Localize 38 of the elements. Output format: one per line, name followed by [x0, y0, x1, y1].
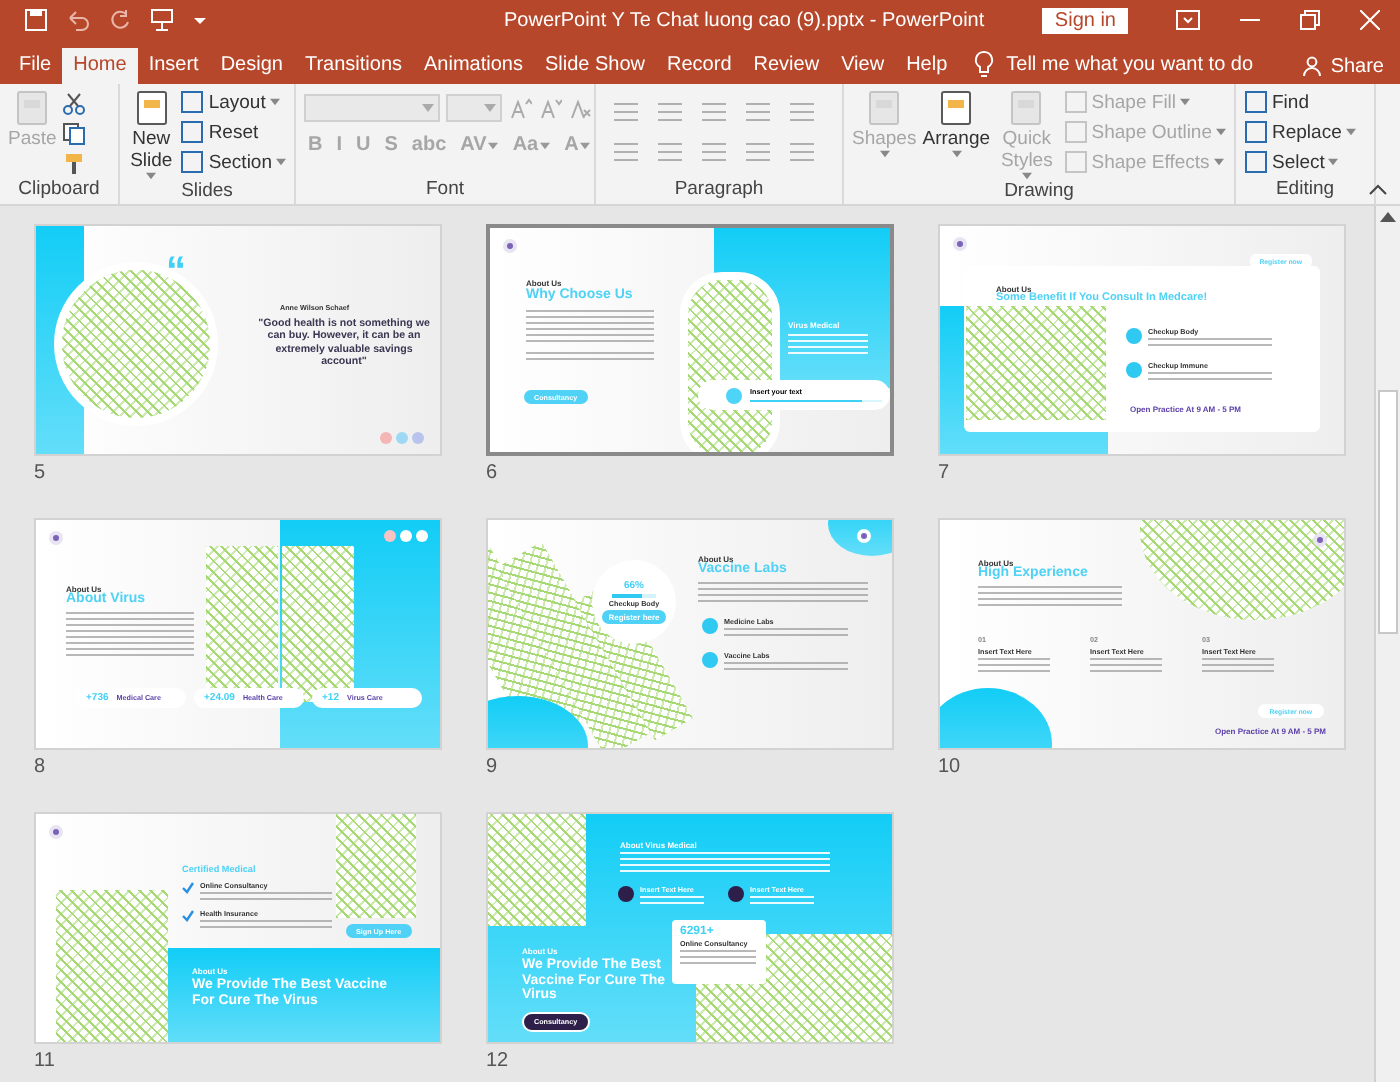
sign-in-button[interactable]: Sign in — [1042, 7, 1128, 33]
ribbon-large-button[interactable]: New Slide — [128, 88, 175, 180]
ribbon-small-button[interactable]: Section — [180, 148, 286, 176]
slide-number: 9 — [486, 754, 498, 782]
slide-number: 12 — [486, 1048, 509, 1076]
ribbon-tab[interactable]: File — [8, 48, 63, 84]
group-label: Paragraph — [672, 178, 766, 204]
ribbon-tab[interactable]: Home — [62, 48, 138, 84]
group-label: Clipboard — [16, 178, 102, 204]
ribbon-tab[interactable]: Review — [742, 48, 831, 84]
slide-number: 5 — [34, 460, 46, 488]
ribbon-tab[interactable]: Slide Show — [533, 48, 657, 84]
ribbon-small-button[interactable]: Layout — [180, 88, 286, 116]
ribbon-tab[interactable]: View — [830, 48, 896, 84]
window-title: PowerPoint Y Te Chat luong cao (9).pptx - PowerPoint — [504, 9, 987, 31]
ribbon-tab[interactable]: Insert — [137, 48, 210, 84]
ribbon-large-button[interactable]: Arrange — [922, 88, 991, 158]
group-label: Drawing — [1002, 180, 1076, 204]
slide-number: 6 — [486, 460, 498, 488]
ribbon-tab[interactable]: Record — [656, 48, 743, 84]
quote-mark: “ — [166, 254, 186, 290]
slide-number: 8 — [34, 754, 46, 782]
group-label: Font — [423, 178, 466, 204]
tell-me-search-text[interactable]: Tell me what you want to do — [1006, 48, 1254, 84]
group-label: Slides — [179, 180, 235, 204]
slide-number: 11 — [34, 1048, 55, 1076]
ribbon-small-button[interactable]: Select — [1244, 148, 1356, 176]
slide-number: 7 — [938, 460, 950, 488]
ribbon-tab[interactable]: Help — [895, 48, 959, 84]
ribbon-tab[interactable]: Transitions — [293, 48, 414, 84]
ribbon-small-button[interactable]: Reset — [180, 118, 286, 146]
ribbon-tab[interactable]: Animations — [413, 48, 534, 84]
slide-number: 10 — [938, 754, 961, 782]
ribbon-small-button[interactable]: Replace — [1244, 118, 1356, 146]
ribbon-tab[interactable]: Design — [209, 48, 294, 84]
share-button[interactable]: Share — [1302, 48, 1384, 84]
ribbon-small-button[interactable]: Find — [1244, 88, 1356, 116]
group-label: Editing — [1273, 178, 1337, 204]
